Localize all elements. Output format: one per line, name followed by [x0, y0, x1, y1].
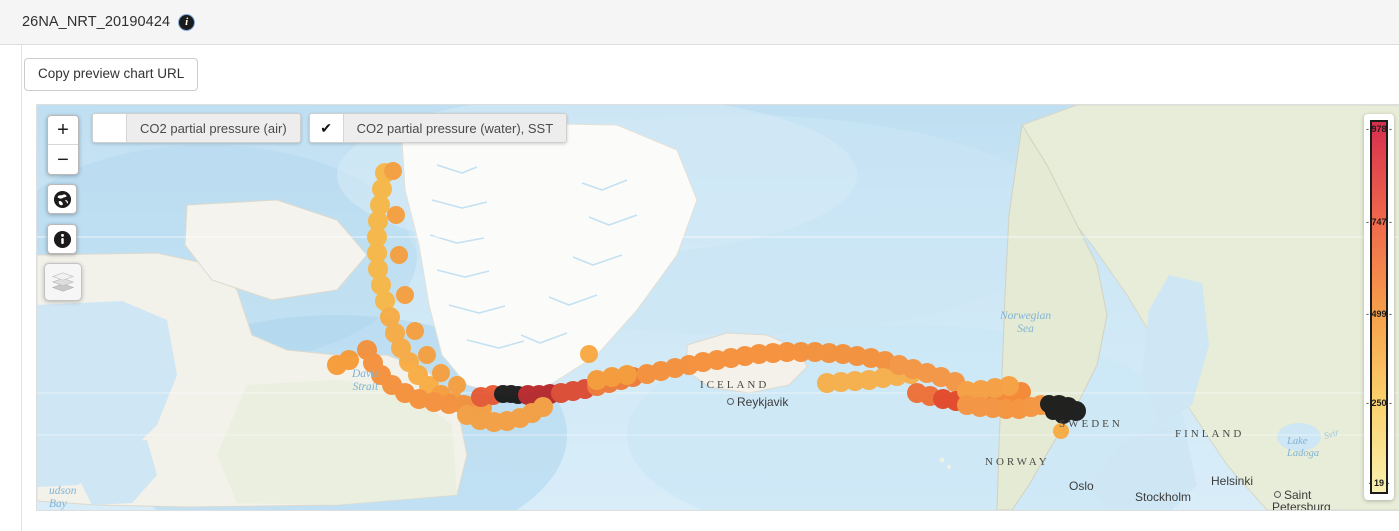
layers-stack-icon[interactable] — [44, 263, 82, 301]
colorbar-gradient: - 978 - - 747 - - 499 - - 250 - - 19 - — [1366, 120, 1392, 494]
map-container[interactable]: ICELAND SWEDEN FINLAND NORWAY DENMARK ES… — [36, 104, 1399, 511]
map-canvas[interactable]: ICELAND SWEDEN FINLAND NORWAY DENMARK ES… — [37, 105, 1399, 510]
layer-toggle-checkbox-air[interactable] — [93, 114, 127, 142]
colorbar-tick-747: - 747 - — [1365, 216, 1393, 227]
colorbar-legend: - 978 - - 747 - - 499 - - 250 - - 19 - — [1364, 114, 1394, 500]
copy-preview-chart-url-button[interactable]: Copy preview chart URL — [24, 58, 199, 91]
content-panel: Copy preview chart URL ICELAND SWEDEN FI… — [21, 45, 1399, 531]
layer-toggle-group[interactable]: CO2 partial pressure (air) ✔ CO2 partial… — [92, 113, 568, 143]
layer-toggle-co2-water-sst[interactable]: ✔ CO2 partial pressure (water), SST — [308, 113, 568, 143]
header-bar: 26NA_NRT_20190424 i — [0, 0, 1399, 45]
layer-toggle-label-air[interactable]: CO2 partial pressure (air) — [127, 114, 300, 142]
zoom-controls[interactable]: + − — [47, 115, 79, 175]
globe-icon[interactable] — [47, 184, 77, 214]
map-basemap — [37, 105, 1399, 510]
info-circle-icon[interactable]: i — [179, 14, 195, 30]
info-icon-glyph — [53, 230, 71, 248]
colorbar-tick-250: - 250 - — [1365, 398, 1393, 409]
zoom-out-button[interactable]: − — [48, 145, 78, 174]
page-title: 26NA_NRT_20190424 — [22, 14, 171, 30]
colorbar-tick-978: - 978 - — [1365, 124, 1393, 135]
layer-toggle-checkbox-water-sst[interactable]: ✔ — [309, 114, 344, 142]
layer-toggle-label-water-sst[interactable]: CO2 partial pressure (water), SST — [343, 114, 567, 142]
colorbar-tick-499: - 499 - — [1365, 309, 1393, 320]
layers-icon-glyph — [51, 272, 75, 292]
toolbar: Copy preview chart URL — [22, 45, 1399, 91]
zoom-in-button[interactable]: + — [48, 116, 78, 145]
colorbar-tick-19: - 19 - — [1368, 477, 1390, 488]
globe-icon-glyph — [53, 190, 71, 208]
map-info-icon[interactable] — [47, 224, 77, 254]
layer-toggle-co2-air[interactable]: CO2 partial pressure (air) — [92, 113, 301, 143]
